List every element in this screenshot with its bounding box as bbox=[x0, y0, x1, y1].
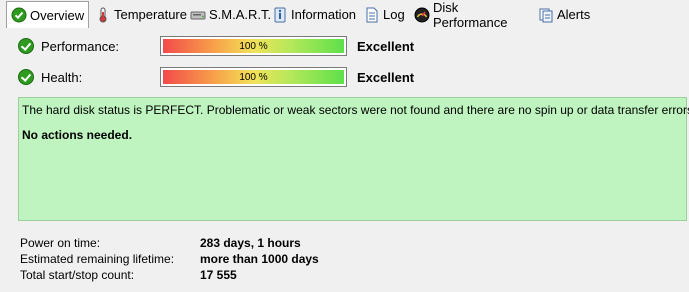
speedometer-icon bbox=[414, 7, 430, 23]
tab-temperature[interactable]: Temperature bbox=[91, 3, 187, 26]
check-circle-icon bbox=[11, 7, 27, 23]
performance-status: Excellent bbox=[357, 39, 415, 54]
status-message-box: The hard disk status is PERFECT. Problem… bbox=[18, 97, 689, 221]
remaining-lifetime-value: more than 1000 days bbox=[200, 252, 319, 266]
tab-label: Disk Performance bbox=[433, 0, 508, 30]
performance-percent: 100 % bbox=[239, 40, 268, 52]
check-circle-icon bbox=[18, 69, 34, 85]
hard-disk-icon bbox=[190, 7, 206, 23]
tab-log[interactable]: Log bbox=[360, 3, 408, 26]
tab-alerts[interactable]: Alerts bbox=[534, 3, 594, 26]
tab-label: Log bbox=[383, 7, 405, 22]
power-on-time-label: Power on time: bbox=[20, 236, 101, 250]
tab-label: Alerts bbox=[557, 7, 591, 22]
health-percent: 100 % bbox=[239, 71, 268, 83]
health-row: Health: 100 % Excellent bbox=[0, 65, 689, 89]
thermometer-icon bbox=[95, 7, 111, 23]
check-circle-icon bbox=[18, 38, 34, 54]
performance-label: Performance: bbox=[41, 39, 120, 54]
status-action: No actions needed. bbox=[22, 128, 133, 142]
alerts-icon bbox=[538, 7, 554, 23]
overview-panel: Performance: 100 % Excellent Health: 100… bbox=[0, 27, 689, 292]
health-bar: 100 % bbox=[160, 67, 347, 87]
tab-label: Overview bbox=[30, 7, 85, 23]
performance-row: Performance: 100 % Excellent bbox=[0, 34, 689, 58]
tab-label: Information bbox=[291, 7, 357, 22]
tab-information[interactable]: Information bbox=[268, 3, 358, 26]
start-stop-count-label: Total start/stop count: bbox=[20, 268, 135, 282]
tab-smart[interactable]: S.M.A.R.T. bbox=[186, 3, 271, 26]
info-icon bbox=[272, 7, 288, 23]
tab-label: S.M.A.R.T. bbox=[209, 7, 272, 22]
tab-label: Temperature bbox=[114, 7, 187, 22]
tab-overview[interactable]: Overview bbox=[6, 1, 89, 28]
health-status: Excellent bbox=[357, 70, 415, 85]
tab-bar: Overview Temperature S.M.A.R.T. Informat… bbox=[0, 0, 689, 30]
status-message: The hard disk status is PERFECT. Problem… bbox=[22, 103, 689, 117]
remaining-lifetime-label: Estimated remaining lifetime: bbox=[20, 252, 175, 266]
performance-bar: 100 % bbox=[160, 36, 347, 56]
power-on-time-value: 283 days, 1 hours bbox=[200, 236, 301, 250]
start-stop-count-value: 17 555 bbox=[200, 268, 237, 282]
health-label: Health: bbox=[41, 70, 83, 85]
tab-disk-performance[interactable]: Disk Performance bbox=[410, 0, 532, 30]
log-document-icon bbox=[364, 7, 380, 23]
